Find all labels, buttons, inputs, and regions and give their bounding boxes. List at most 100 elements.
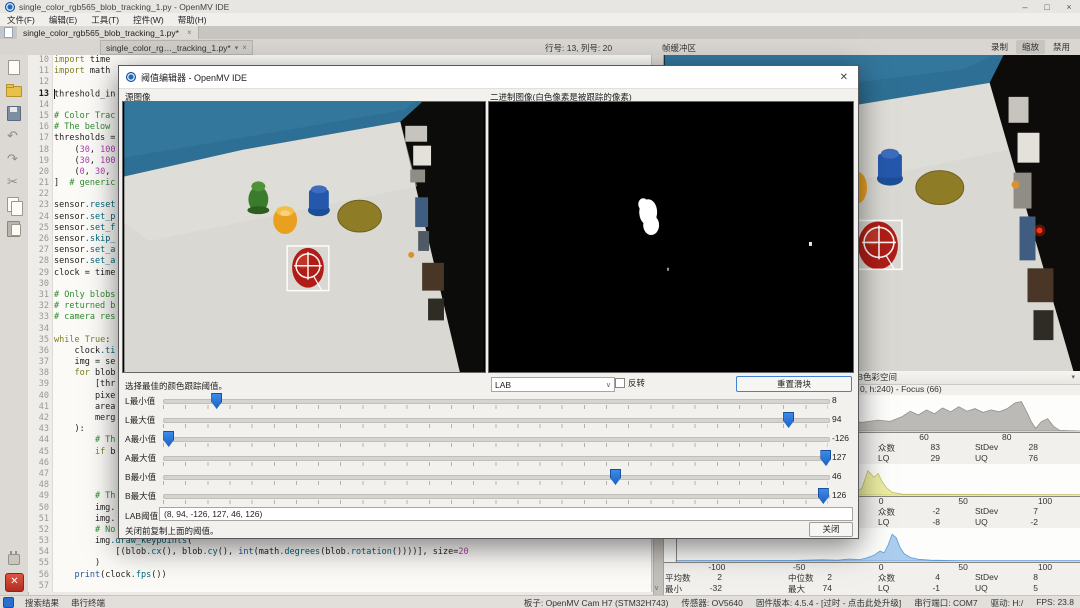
slider-label: B最小值 [125,471,156,483]
stop-script-button[interactable]: ✕ [5,573,24,592]
document-selector[interactable]: single_color_rg…_tracking_1.py* ▾ × [100,40,253,55]
scroll-down-icon[interactable]: ∨ [654,584,659,592]
stat-label: UQ [975,517,988,527]
stat-value: 2 [814,572,832,582]
stat-label: LQ [878,453,889,463]
menu-item-0[interactable]: 文件(F) [0,14,42,26]
stat-value: 83 [916,442,940,452]
checkbox-icon[interactable] [615,378,625,388]
axis-tick: 100 [1025,496,1065,506]
fb-button-1[interactable]: 缩放 [1016,40,1045,54]
new-file-icon[interactable] [4,58,24,78]
stat-label: LQ [878,517,889,527]
code-line-57: 57 [28,581,651,592]
dialog-close-icon[interactable]: ✕ [830,72,858,83]
menu-item-3[interactable]: 控件(W) [126,14,171,26]
reset-sliders-button[interactable]: 重置滑块 [736,376,852,392]
slider-track[interactable] [163,418,830,423]
stat-value: 29 [916,453,940,463]
tab-close-icon[interactable]: × [187,28,192,37]
source-image[interactable] [122,101,486,373]
slider-track[interactable] [163,456,830,461]
slider-value: -126 [832,433,849,443]
status-field-3: 串行端口: COM7 [914,597,977,608]
copy-icon[interactable] [4,196,24,216]
maximize-button[interactable]: □ [1036,2,1058,12]
status-tab-1[interactable]: 串行终端 [65,598,111,608]
stat-value: 4 [916,572,940,582]
open-file-icon[interactable] [4,81,24,101]
dialog-title-bar[interactable]: 阈值编辑器 - OpenMV IDE ✕ [119,66,858,89]
slider-row-B最小值: B最小值46 [119,468,858,487]
stat-value: 7 [1014,506,1038,516]
stat-label: 最小 [665,583,682,595]
menu-item-4[interactable]: 帮助(H) [171,14,214,26]
slider-label: A最大值 [125,452,156,464]
invert-checkbox[interactable]: 反转 [615,377,645,389]
chevron-down-icon: ∨ [606,381,611,389]
window-title: single_color_rgb565_blob_tracking_1.py -… [19,2,229,12]
status-field-2[interactable]: 固件版本: 4.5.4 - [过时 - 点击此处升级] [756,597,901,608]
slider-label: L最小值 [125,395,155,407]
stat-value: -32 [704,583,722,593]
axis-tick: 50 [943,496,983,506]
undo-icon[interactable]: ↶ [4,127,24,147]
file-icon [4,27,13,38]
cut-icon[interactable]: ✂ [4,173,24,193]
menu-item-2[interactable]: 工具(T) [84,14,126,26]
status-field-1: 传感器: OV5640 [681,597,742,608]
status-tab-0[interactable]: 搜索结果 [19,598,65,608]
status-field-0: 板子: OpenMV Cam H7 (STM32H743) [524,597,669,608]
document-selector-label: single_color_rg…_tracking_1.py* [106,43,231,53]
source-camera-image [123,102,485,372]
axis-tick: 80 [987,432,1027,442]
tab-bar: single_color_rgb565_blob_tracking_1.py* … [0,26,1080,39]
stat-label: StDev [975,572,998,582]
dialog-close-button[interactable]: 关闭 [809,522,853,537]
code-line-55: 55 ) [28,558,651,569]
slider-value: 94 [832,414,841,424]
slider-row-B最大值: B最大值126 [119,487,858,506]
lab-threshold-input[interactable]: (8, 94, -126, 127, 46, 126) [159,507,853,521]
close-button[interactable]: × [1058,2,1080,12]
paste-icon[interactable] [4,219,24,239]
redo-icon[interactable]: ↷ [4,150,24,170]
status-field-5: FPS: 23.8 [1036,597,1074,608]
tab-open-file[interactable]: single_color_rgb565_blob_tracking_1.py* … [17,26,199,39]
colorspace-select[interactable]: LAB ∨ [491,377,615,392]
slider-track[interactable] [163,437,830,442]
slider-row-A最大值: A最大值 127 [119,449,858,468]
lab-threshold-label: LAB阈值 [125,510,158,522]
axis-tick: -50 [779,562,819,572]
frame-buffer-title: 帧缓冲区 [662,42,696,54]
fb-button-2[interactable]: 禁用 [1047,40,1076,54]
chevron-down-icon: ▾ [235,44,239,52]
axis-tick: 50 [943,562,983,572]
save-file-icon[interactable] [4,104,24,124]
menu-item-1[interactable]: 编辑(E) [42,14,84,26]
plug-icon [8,554,20,565]
slider-track[interactable] [163,399,830,404]
menu-bar: 文件(F)编辑(E)工具(T)控件(W)帮助(H) [0,13,1080,27]
connect-button[interactable] [4,550,24,570]
stat-value: -2 [1014,517,1038,527]
minimize-button[interactable]: – [1014,2,1036,12]
axis-tick: 60 [904,432,944,442]
tab-label: single_color_rgb565_blob_tracking_1.py* [23,28,179,38]
status-logo-icon [3,597,14,608]
fb-button-0[interactable]: 录制 [985,40,1014,54]
openmv-ide-window: single_color_rgb565_blob_tracking_1.py -… [0,0,1080,608]
line-col-indicator: 行号: 13, 列号: 20 [545,42,612,54]
document-close-icon[interactable]: × [242,43,247,52]
slider-track[interactable] [163,494,830,499]
stat-value: 5 [1014,583,1038,593]
slider-track[interactable] [163,475,830,480]
slider-label: L最大值 [125,414,155,426]
status-field-4: 驱动: H:/ [991,597,1024,608]
slider-value: 127 [832,452,846,462]
frame-buffer-buttons: 录制缩放禁用 [983,40,1076,54]
title-bar: single_color_rgb565_blob_tracking_1.py -… [0,0,1080,13]
stat-value: -1 [916,583,940,593]
close-hint: 关闭前复制上面的阈值。 [125,525,219,537]
stat-value: -8 [916,517,940,527]
